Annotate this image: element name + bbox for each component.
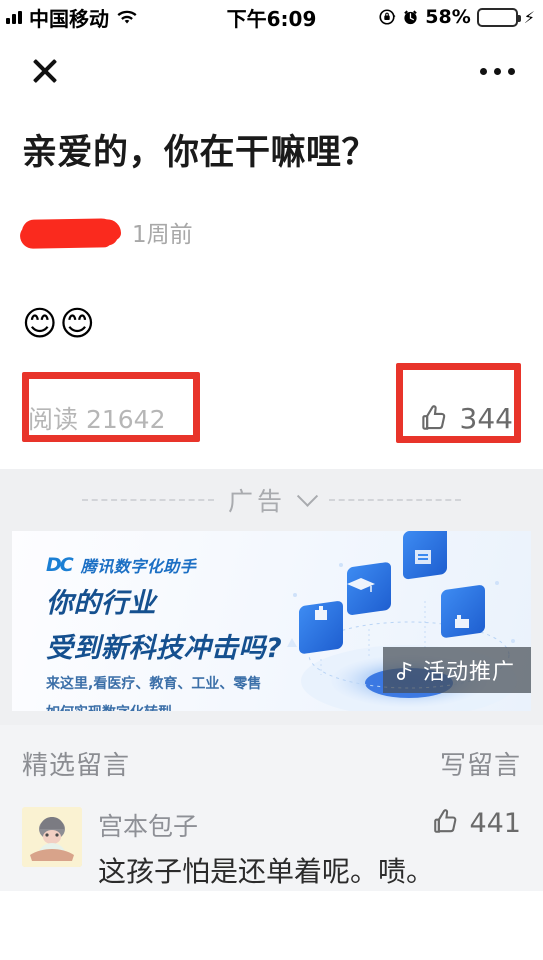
comments-section: 精选留言 写留言 宫本包子 441 这孩子怕是还单着呢。啧。 (0, 725, 543, 892)
ad-brand-name: 腾讯数字化助手 (80, 557, 197, 577)
read-count: 阅读 21642 (28, 405, 166, 435)
thumbs-up-icon (431, 807, 460, 840)
ad-brand-row: DC 腾讯数字化助手 (46, 553, 282, 577)
article-stats-row: 阅读 21642 344 (22, 363, 521, 451)
like-count: 344 (459, 401, 513, 435)
thumbs-up-icon (419, 403, 449, 433)
article-body-emoji: 😊😊 (22, 304, 97, 345)
alarm-clock-icon (402, 9, 419, 26)
article-timestamp: 1周前 (132, 222, 193, 249)
ad-banner[interactable]: DC 腾讯数字化助手 你的行业 受到新科技冲击吗? 来这里,看医疗、教育、工业、… (12, 531, 531, 712)
status-bar-right: 58% ⚡ (378, 6, 535, 28)
article-title: 亲爱的，你在干嘛哩？ (22, 133, 378, 173)
dc-logo-icon: DC (46, 554, 74, 577)
comment-body: 宫本包子 441 这孩子怕是还单着呢。啧。 (98, 807, 521, 891)
ad-label: 广告 (227, 487, 286, 517)
author-name-redacted (21, 217, 119, 247)
comments-title: 精选留言 (22, 750, 131, 781)
comments-header: 精选留言 写留言 (22, 725, 521, 801)
ad-divider-right (329, 499, 461, 502)
article-meta: 1周前 (21, 215, 521, 249)
comment-author: 宫本包子 (98, 812, 199, 842)
promo-badge-label: 活动推广 (422, 660, 515, 686)
more-options-icon[interactable] (480, 67, 515, 75)
rotation-lock-icon (378, 8, 396, 26)
comment-top-row: 宫本包子 441 (98, 807, 521, 843)
comment-text: 这孩子怕是还单着呢。啧。 (98, 855, 435, 889)
comment-like-count: 441 (469, 808, 521, 840)
signal-bars-icon (6, 10, 22, 24)
music-note-icon (395, 659, 415, 681)
ad-subtext-line2: 如何实现数字化转型。 (46, 703, 282, 711)
advertisement-section: 广告 DC 腾讯数字化助手 你的行业 受到新科技冲击吗? 来这里,看医疗、教育、… (0, 469, 543, 726)
navigation-bar (0, 34, 543, 108)
battery-icon (476, 7, 521, 27)
article-screen: 中国移动 下午6:09 58% ⚡ 亲爱的，你在干嘛哩？ 1周前 😊😊 阅读 2… (0, 0, 543, 960)
lightning-bolt-icon: ⚡ (523, 7, 535, 27)
comment-item: 宫本包子 441 这孩子怕是还单着呢。啧。 (22, 801, 521, 891)
status-bar: 中国移动 下午6:09 58% ⚡ (0, 0, 543, 34)
battery-percent-label: 58% (425, 6, 471, 28)
avatar[interactable] (22, 807, 82, 868)
ad-copy: DC 腾讯数字化助手 你的行业 受到新科技冲击吗? 来这里,看医疗、教育、工业、… (46, 553, 282, 711)
carrier-label: 中国移动 (29, 6, 109, 31)
promo-badge[interactable]: 活动推广 (382, 647, 531, 694)
comment-like-button[interactable]: 441 (431, 807, 521, 840)
article-content: 亲爱的，你在干嘛哩？ 1周前 😊😊 阅读 21642 344 (0, 108, 543, 452)
close-icon[interactable] (28, 54, 62, 88)
like-button[interactable]: 344 (419, 402, 521, 435)
ad-divider-left (81, 499, 214, 502)
ad-headline-line2: 受到新科技冲击吗? (46, 632, 283, 664)
status-bar-left: 中国移动 (6, 3, 138, 32)
ad-subtext-line1: 来这里,看医疗、教育、工业、零售 (46, 676, 262, 693)
chevron-down-icon[interactable] (296, 485, 319, 507)
write-comment-button[interactable]: 写留言 (440, 745, 521, 782)
ad-label-row[interactable]: 广告 (0, 469, 543, 531)
ad-headline-line1: 你的行业 (46, 588, 156, 620)
wifi-icon (116, 9, 138, 25)
